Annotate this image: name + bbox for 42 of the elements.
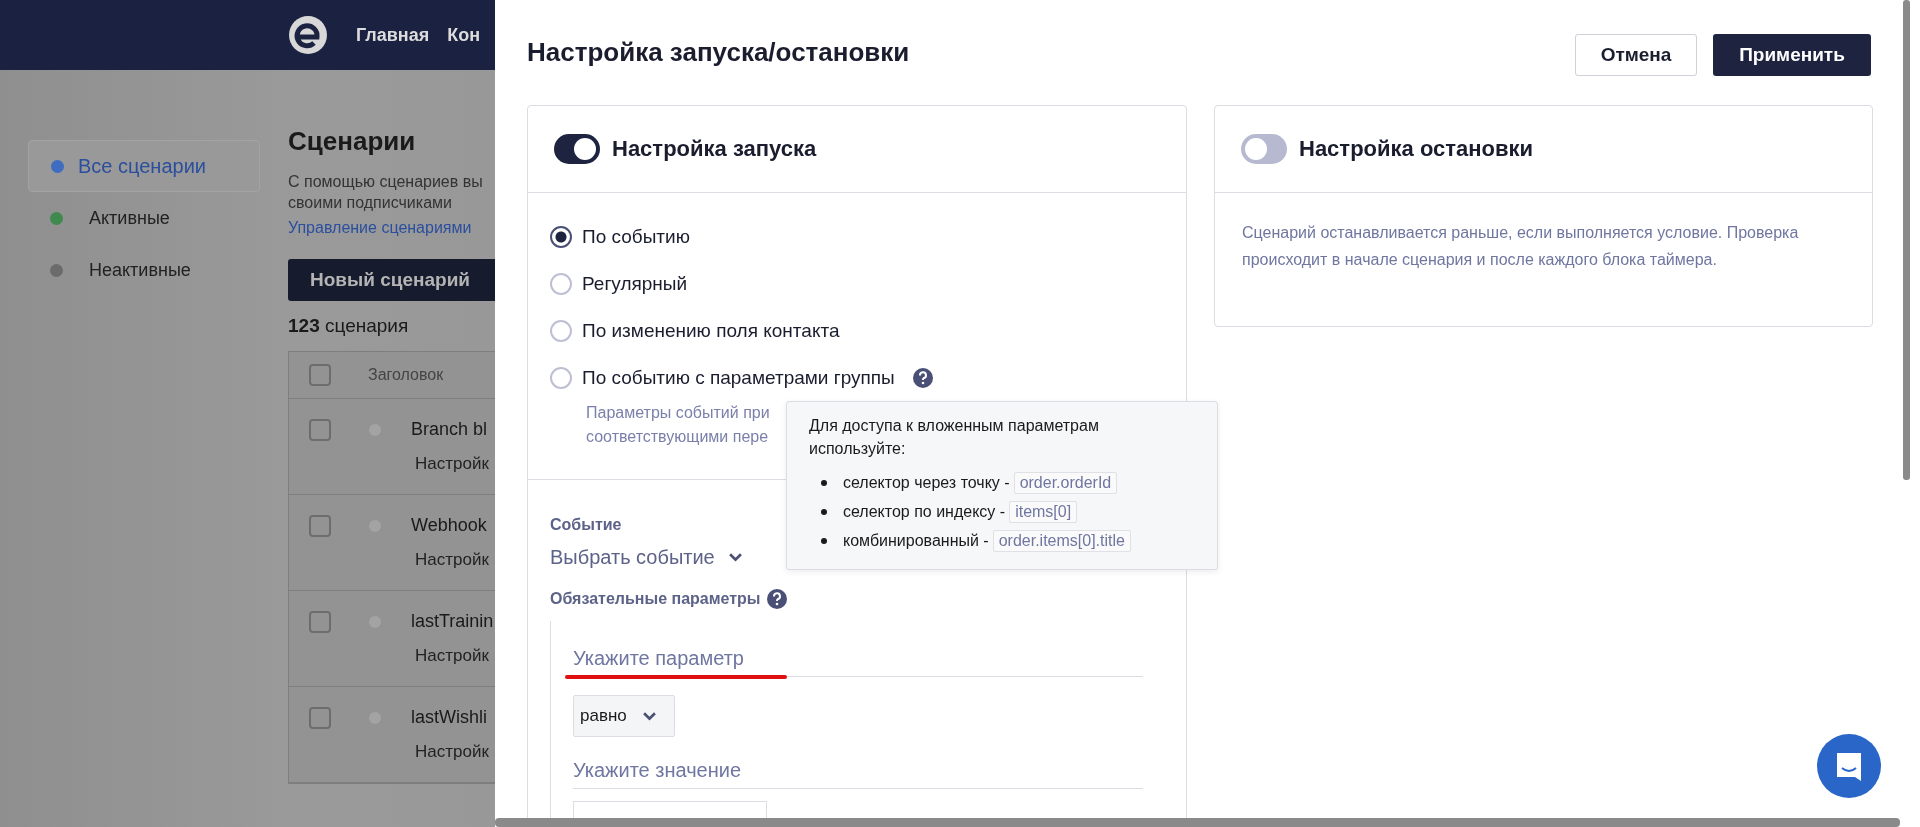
- scenario-subtitle: Настройк: [415, 742, 489, 762]
- input-field[interactable]: Укажите параметр: [573, 641, 1143, 677]
- description-text: С помощью сценариев вы: [288, 172, 484, 192]
- scenario-title[interactable]: lastTrainin: [411, 611, 494, 632]
- scenario-subtitle: Настройк: [415, 646, 490, 666]
- option-label[interactable]: По событию с параметрами группы: [582, 366, 895, 389]
- nav-link[interactable]: Главная: [356, 24, 430, 46]
- code-snippet: items[0]: [1009, 500, 1078, 523]
- event-dropdown[interactable]: Выбрать событие: [550, 546, 742, 569]
- hint-text: Параметры событий при: [586, 403, 770, 423]
- modal-title: Настройка запуска/остановки: [527, 36, 910, 69]
- tooltip-text: селектор через точку -: [843, 473, 1010, 492]
- sidebar-item[interactable]: Активные: [28, 192, 260, 244]
- description-text: своими подписчиками: [288, 193, 453, 213]
- scenario-title[interactable]: Branch bl: [411, 419, 489, 440]
- sidebar-item[interactable]: Неактивные: [28, 244, 260, 296]
- card-title: Настройка остановки: [1299, 136, 1534, 162]
- event-label: Событие: [550, 516, 622, 534]
- tooltip-text: комбинированный -: [843, 531, 989, 550]
- code-snippet: order.items[0].title: [992, 529, 1131, 552]
- apply-button[interactable]: Применить: [1713, 34, 1871, 76]
- column-header: Заголовок: [368, 366, 444, 384]
- operator-dropdown[interactable]: равно: [573, 695, 675, 737]
- scenario-title[interactable]: lastWishli: [411, 707, 489, 728]
- cancel-button[interactable]: Отмена: [1575, 34, 1697, 76]
- tooltip-text: Для доступа к вложенным параметрам используйте:: [809, 416, 1100, 459]
- option-label[interactable]: По событию: [582, 225, 690, 248]
- hint-text: соответствующими пере: [586, 427, 769, 447]
- option-label[interactable]: Регулярный: [582, 272, 688, 295]
- input-field[interactable]: Укажите значение: [573, 753, 1143, 789]
- tooltip-text: селектор по индексу -: [843, 502, 1006, 521]
- required-params-label: Обязательные параметры: [550, 590, 761, 608]
- option-label[interactable]: По изменению поля контакта: [582, 319, 840, 342]
- code-snippet: order.orderId: [1013, 471, 1118, 494]
- scenario-subtitle: Настройк: [415, 454, 489, 474]
- scenario-count: 123 сценария: [288, 315, 410, 337]
- scenario-title[interactable]: Webhook: [411, 515, 489, 536]
- scenario-subtitle: Настройк: [415, 550, 489, 570]
- card-title: Настройка запуска: [612, 136, 817, 162]
- stop-description: Сценарий останавливается раньше, если выполняется условие. Проверка происходит в начале сценария и после каждого блока таймера.: [1241, 223, 1800, 270]
- nav-link[interactable]: Кон: [447, 24, 481, 46]
- page-title: Сценарии: [288, 126, 417, 157]
